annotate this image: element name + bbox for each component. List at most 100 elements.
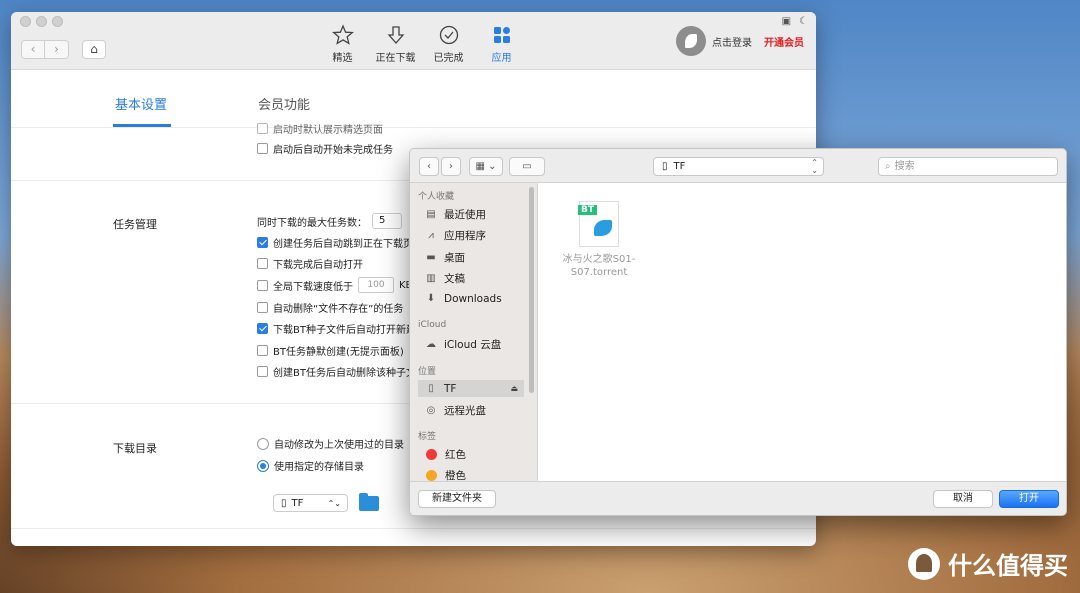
sidebar-item-label: 远程光盘 xyxy=(444,405,486,417)
sidebar-scrollbar[interactable] xyxy=(529,187,534,393)
radio-button[interactable] xyxy=(257,459,269,472)
bird-icon xyxy=(594,220,612,236)
section-title-download-dir: 下载目录 xyxy=(113,442,157,455)
folder-icon[interactable] xyxy=(359,493,379,511)
login-link[interactable]: 点击登录 xyxy=(712,34,752,49)
search-placeholder: 搜索 xyxy=(894,161,915,172)
downloads-icon: ⬇ xyxy=(426,293,436,304)
cancel-button[interactable]: 取消 xyxy=(933,490,993,508)
check-circle-icon xyxy=(439,25,458,45)
setting-row[interactable]: 使用指定的存储目录 xyxy=(257,458,364,473)
file-name-line1: 冰与火之歌S01- xyxy=(562,254,636,265)
toolbar-downloading[interactable]: 正在下载 xyxy=(369,24,422,64)
setting-label: 创建BT任务后自动删除该种子文 xyxy=(273,368,416,379)
sidebar-item-label: 红色 xyxy=(445,449,466,461)
setting-label: 使用指定的存储目录 xyxy=(274,462,364,473)
toolbar-completed[interactable]: 已完成 xyxy=(422,24,475,64)
home-button[interactable]: ⌂ xyxy=(82,40,106,59)
view-options-button[interactable]: ▦ ⌄ xyxy=(469,157,503,176)
setting-row[interactable]: 自动删除“文件不存在”的任务 xyxy=(257,300,403,315)
cloud-icon: ☁ xyxy=(426,338,436,350)
eject-icon[interactable]: ⏏ xyxy=(510,384,518,393)
user-area: 点击登录 开通会员 xyxy=(676,26,804,56)
toolbar-label: 已完成 xyxy=(433,53,464,64)
drive-icon: ▯ xyxy=(662,161,668,172)
speed-limit-input[interactable]: 100 xyxy=(358,277,394,293)
home-icon: ⌂ xyxy=(90,42,98,56)
setting-row[interactable]: BT任务静默创建(无提示面板) xyxy=(257,343,404,358)
sidebar-item-applications[interactable]: ⩘ 应用程序 xyxy=(424,228,524,243)
setting-label: 创建任务后自动跳到正在下载页 xyxy=(273,239,413,250)
setting-row[interactable]: 启动后自动开始未完成任务 xyxy=(257,141,393,156)
sidebar-item-desktop[interactable]: ▬ 桌面 xyxy=(424,250,524,265)
sidebar-item-tag-red[interactable]: 红色 xyxy=(424,447,524,462)
new-folder-button[interactable]: 新建文件夹 xyxy=(418,490,496,508)
close-window-button[interactable] xyxy=(20,16,31,27)
sidebar-item-label: 文稿 xyxy=(444,273,465,285)
apps-grid-icon xyxy=(493,27,510,43)
watermark-text: 什么值得买 xyxy=(948,552,1068,580)
active-tab-indicator xyxy=(113,124,171,127)
drive-select[interactable]: ▯ TF ⌃⌄ xyxy=(273,494,348,512)
setting-row[interactable]: 全局下载速度低于 100 KB/ xyxy=(257,277,416,293)
minimize-window-button[interactable] xyxy=(36,16,47,27)
checkbox[interactable] xyxy=(257,237,268,248)
dialog-forward-button[interactable]: › xyxy=(441,157,461,176)
sidebar-item-recents[interactable]: ▤ 最近使用 xyxy=(424,207,524,222)
setting-row[interactable]: 启动时默认展示精选页面 xyxy=(257,121,383,136)
setting-row: 同时下载的最大任务数： 5 xyxy=(257,213,402,229)
setting-row[interactable]: 下载BT种子文件后自动打开新建 xyxy=(257,321,416,336)
sidebar-item-downloads[interactable]: ⬇ Downloads xyxy=(424,293,524,305)
section-divider xyxy=(11,528,816,529)
checkbox[interactable] xyxy=(257,323,268,334)
sidebar-item-documents[interactable]: ▥ 文稿 xyxy=(424,271,524,286)
setting-row[interactable]: 自动修改为上次使用过的目录 xyxy=(257,436,404,451)
location-value: TF xyxy=(673,161,686,172)
main-toolbar: 精选 正在下载 已完成 应用 xyxy=(316,24,528,64)
new-folder-icon: ▭ xyxy=(522,161,532,172)
sidebar-heading-favorites: 个人收藏 xyxy=(418,192,455,202)
sidebar-item-label: 应用程序 xyxy=(444,230,486,242)
orange-tag-icon xyxy=(426,470,437,481)
toolbar-featured[interactable]: 精选 xyxy=(316,24,369,64)
toolbar-label: 精选 xyxy=(332,53,353,64)
setting-row[interactable]: 创建BT任务后自动删除该种子文 xyxy=(257,364,416,379)
checkbox[interactable] xyxy=(257,258,268,269)
search-input[interactable]: ⌕ 搜索 xyxy=(878,157,1058,176)
sidebar-item-label: TF xyxy=(444,382,457,395)
toolbar-apps[interactable]: 应用 xyxy=(475,24,528,64)
sidebar-item-remote-disc[interactable]: ◎ 远程光盘 xyxy=(424,403,524,418)
max-tasks-input[interactable]: 5 xyxy=(372,213,402,229)
title-bar: ‹ › ⌂ 精选 正在下载 已完成 应用 ▣ ☾ 点击登录 开通会员 xyxy=(11,12,816,70)
checkbox[interactable] xyxy=(257,143,268,154)
grid-view-icon: ▦ ⌄ xyxy=(475,161,497,172)
watermark: 什么值得买 xyxy=(908,546,1068,581)
checkbox[interactable] xyxy=(257,302,268,313)
zoom-window-button[interactable] xyxy=(52,16,63,27)
back-button[interactable]: ‹ xyxy=(21,40,45,59)
avatar[interactable] xyxy=(676,26,706,56)
checkbox[interactable] xyxy=(257,345,268,356)
tab-basic-settings[interactable]: 基本设置 xyxy=(115,94,167,113)
checkbox[interactable] xyxy=(257,123,268,134)
open-button[interactable]: 打开 xyxy=(999,490,1059,508)
sidebar-item-icloud-drive[interactable]: ☁ iCloud 云盘 xyxy=(424,337,524,352)
checkbox[interactable] xyxy=(257,366,268,377)
sidebar-item-tf-drive[interactable]: ▯ TF ⏏ xyxy=(418,380,524,397)
window-controls xyxy=(20,16,63,27)
new-folder-toolbar-button[interactable]: ▭ xyxy=(509,157,545,176)
setting-row[interactable]: 下载完成后自动打开 xyxy=(257,256,363,271)
forward-button[interactable]: › xyxy=(45,40,69,59)
vip-link[interactable]: 开通会员 xyxy=(764,34,804,49)
radio-button[interactable] xyxy=(257,437,269,450)
tab-member-features[interactable]: 会员功能 xyxy=(258,94,310,113)
checkbox[interactable] xyxy=(257,279,268,291)
dialog-back-button[interactable]: ‹ xyxy=(419,157,439,176)
setting-label: 下载BT种子文件后自动打开新建 xyxy=(273,325,416,336)
setting-row[interactable]: 创建任务后自动跳到正在下载页 xyxy=(257,235,413,250)
drive-icon: ▯ xyxy=(428,382,434,394)
settings-tabs: 基本设置 会员功能 xyxy=(11,70,816,128)
location-select[interactable]: ▯ TF ⌃ ⌄ xyxy=(653,157,824,176)
file-item[interactable]: BT 冰与火之歌S01- S07.torrent xyxy=(559,201,639,279)
sidebar-item-label: Downloads xyxy=(444,293,502,305)
